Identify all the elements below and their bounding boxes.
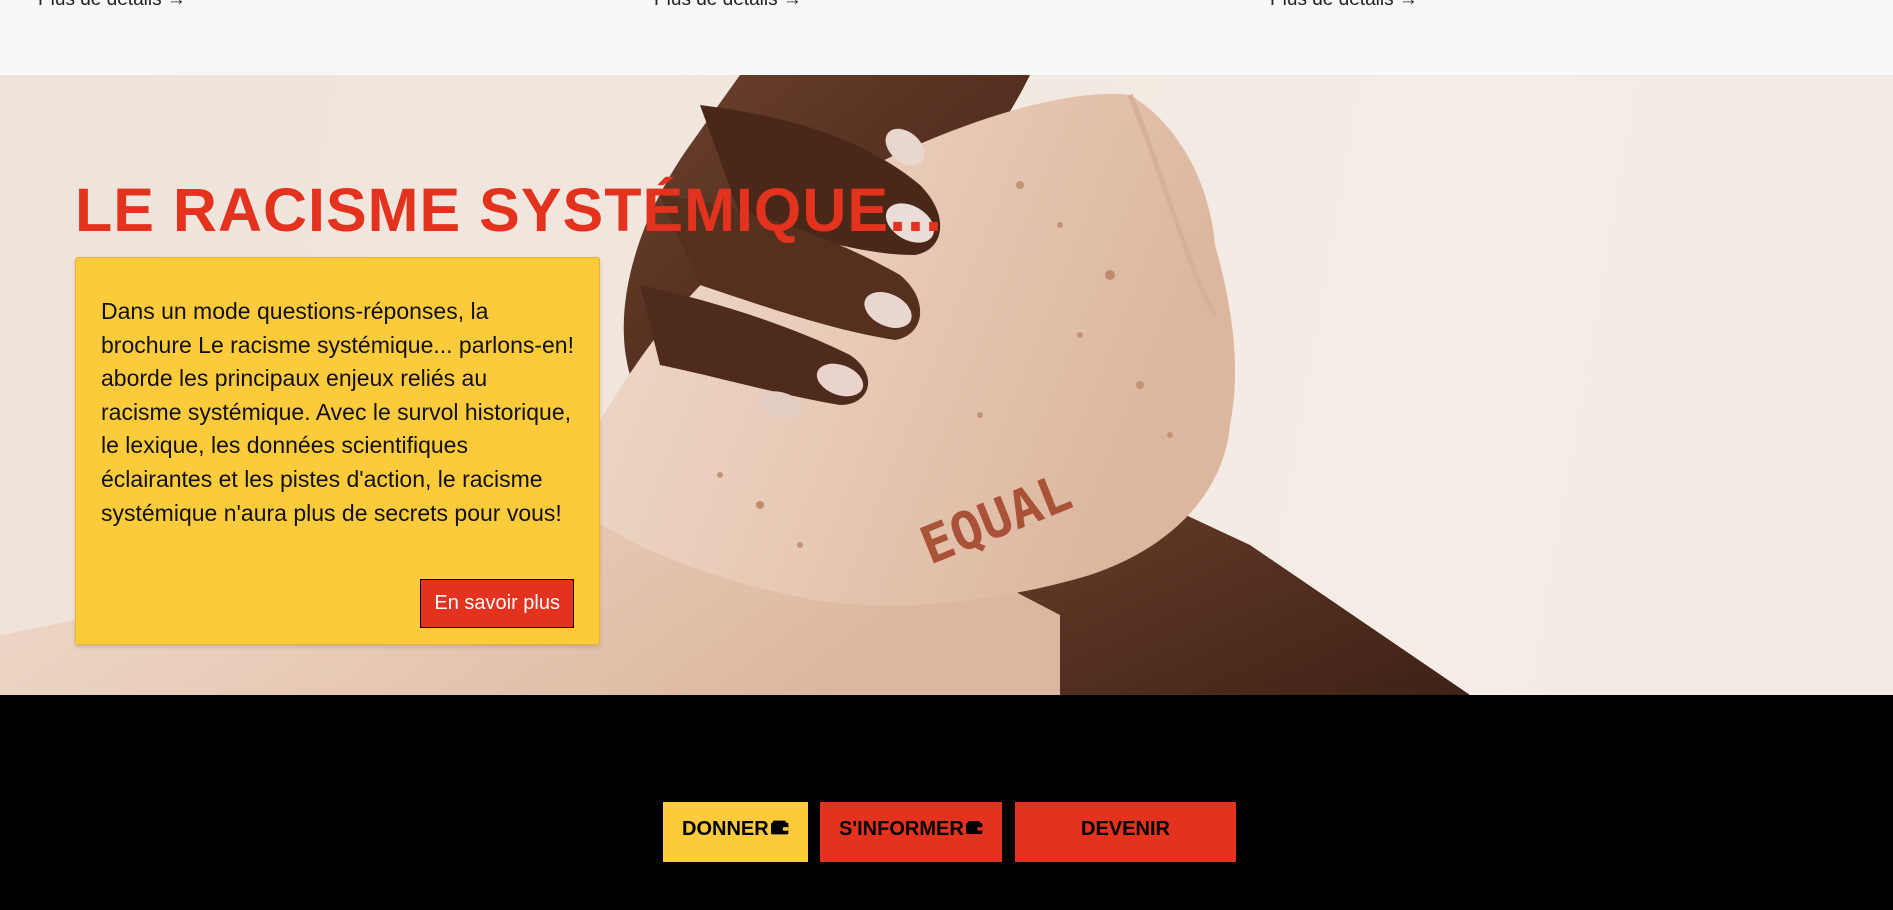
inform-button[interactable]: S'INFORMER — [820, 802, 1002, 862]
info-card: Dans un mode questions-réponses, la broc… — [75, 257, 600, 645]
become-member-button[interactable]: DEVENIR MEMBRE — [1015, 802, 1236, 894]
top-strip: Plus de détails → Plus de détails → Plus… — [0, 0, 1893, 75]
card-description: Dans un mode questions-réponses, la broc… — [101, 298, 574, 526]
donate-button[interactable]: DONNER — [663, 802, 808, 862]
hero-section: EQUAL LE RACISME SYSTÉMIQUE... Dans un m… — [0, 75, 1893, 695]
details-link-2[interactable]: Plus de détails → — [654, 0, 802, 10]
wallet-icon — [770, 820, 789, 835]
become-member-label: DEVENIR MEMBRE — [1081, 818, 1170, 894]
details-link-1[interactable]: Plus de détails → — [38, 0, 186, 10]
donate-label: DONNER — [682, 818, 769, 840]
inform-label: S'INFORMER — [839, 818, 964, 840]
details-link-3[interactable]: Plus de détails → — [1270, 0, 1418, 10]
footer: DONNER S'INFORMER DEVENIR MEMBRE — [0, 695, 1893, 894]
hero-title: LE RACISME SYSTÉMIQUE... — [75, 176, 943, 244]
learn-more-button[interactable]: En savoir plus — [420, 579, 574, 628]
wallet-icon — [965, 821, 983, 835]
